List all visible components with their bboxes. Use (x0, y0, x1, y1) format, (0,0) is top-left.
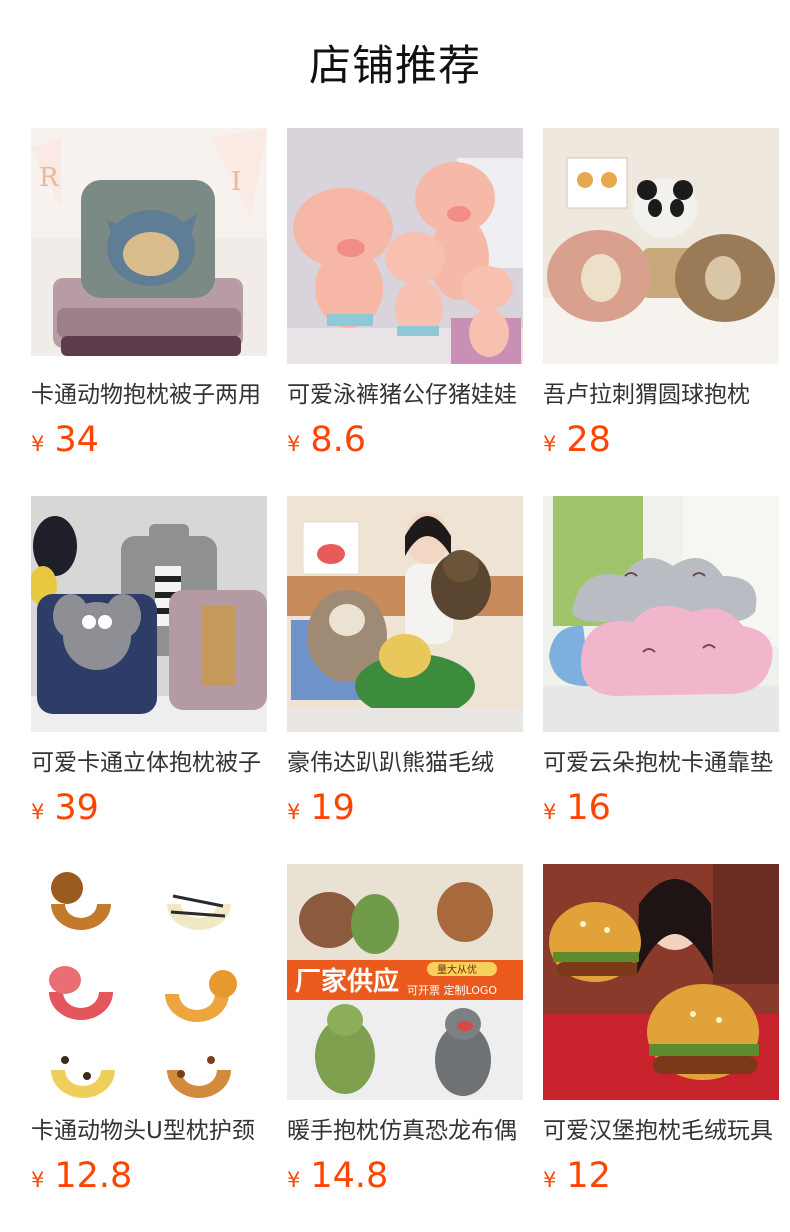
product-price: ¥14.8 (287, 1154, 523, 1198)
svg-text:R: R (39, 163, 60, 193)
product-name[interactable]: 卡通动物头U型枕护颈 (31, 1114, 267, 1148)
product-price: ¥19 (287, 786, 523, 830)
price-amount: 28 (566, 420, 611, 460)
price-amount: 19 (310, 788, 355, 828)
price-amount: 12 (566, 1156, 611, 1196)
product-card[interactable]: 豪伟达趴趴熊猫毛绒 ¥19 (287, 496, 523, 832)
product-name[interactable]: 可爱泳裤猪公仔猪娃娃 (287, 378, 523, 412)
product-image[interactable] (31, 864, 267, 1100)
currency-symbol: ¥ (287, 1168, 301, 1192)
product-card[interactable]: 卡通动物头U型枕护颈 ¥12.8 (31, 864, 267, 1200)
product-image[interactable] (31, 496, 267, 732)
plush-blanket-pillow-image: R I (31, 128, 267, 364)
product-card[interactable]: R I 卡通动物抱枕被子两用 ¥34 (31, 128, 267, 464)
product-card[interactable]: 可爱汉堡抱枕毛绒玩具 ¥12 (543, 864, 779, 1200)
price-amount: 8.6 (310, 420, 367, 460)
dinosaur-hand-warmer-image: 厂家供应 量大从优 可开票 定制LOGO (287, 864, 523, 1100)
product-name[interactable]: 可爱云朵抱枕卡通靠垫 (543, 746, 779, 780)
price-amount: 12.8 (54, 1156, 133, 1196)
product-price: ¥12 (543, 1154, 779, 1198)
product-card[interactable]: 厂家供应 量大从优 可开票 定制LOGO 暖手抱枕仿真恐龙布偶 ¥14.8 (287, 864, 523, 1200)
product-name[interactable]: 可爱汉堡抱枕毛绒玩具 (543, 1114, 779, 1148)
sloth-plush-girl-image (287, 496, 523, 732)
product-price: ¥12.8 (31, 1154, 267, 1198)
currency-symbol: ¥ (31, 432, 45, 456)
product-image[interactable] (543, 864, 779, 1100)
banner-headline: 厂家供应 (295, 966, 399, 997)
cloud-pillow-image (543, 496, 779, 732)
product-name[interactable]: 暖手抱枕仿真恐龙布偶 (287, 1114, 523, 1148)
product-name[interactable]: 卡通动物抱枕被子两用 (31, 378, 267, 412)
currency-symbol: ¥ (543, 1168, 557, 1192)
product-image[interactable]: 厂家供应 量大从优 可开票 定制LOGO (287, 864, 523, 1100)
product-image[interactable] (543, 128, 779, 364)
currency-symbol: ¥ (543, 432, 557, 456)
product-name[interactable]: 豪伟达趴趴熊猫毛绒 (287, 746, 523, 780)
product-price: ¥28 (543, 418, 779, 462)
product-price: ¥16 (543, 786, 779, 830)
product-card[interactable]: 可爱卡通立体抱枕被子 ¥39 (31, 496, 267, 832)
animal-blanket-pillow-image (31, 496, 267, 732)
price-amount: 14.8 (310, 1156, 389, 1196)
currency-symbol: ¥ (31, 800, 45, 824)
currency-symbol: ¥ (287, 800, 301, 824)
product-price: ¥39 (31, 786, 267, 830)
currency-symbol: ¥ (543, 800, 557, 824)
currency-symbol: ¥ (287, 432, 301, 456)
banner-tag-invoice: 可开票 定制LOGO (407, 983, 497, 997)
product-grid: R I 卡通动物抱枕被子两用 ¥34 可爱泳裤猪公仔猪娃娃 ¥ 8.6 吾卢拉刺… (31, 128, 779, 1200)
product-name[interactable]: 可爱卡通立体抱枕被子 (31, 746, 267, 780)
price-amount: 39 (54, 788, 99, 828)
product-image[interactable] (287, 496, 523, 732)
product-image[interactable] (287, 128, 523, 364)
product-image[interactable]: R I (31, 128, 267, 364)
product-price: ¥8.6 (287, 418, 523, 462)
svg-text:I: I (231, 167, 241, 197)
banner-tag-bulk: 量大从优 (437, 963, 477, 976)
product-card[interactable]: 可爱泳裤猪公仔猪娃娃 ¥8.6 (287, 128, 523, 464)
currency-symbol: ¥ (31, 1168, 45, 1192)
u-shaped-neck-pillow-image (31, 864, 267, 1100)
price-amount: 34 (54, 420, 99, 460)
page-title: 店铺推荐 (308, 41, 481, 90)
product-card[interactable]: 吾卢拉刺猬圆球抱枕 ¥28 (543, 128, 779, 464)
pig-plush-image (287, 128, 523, 364)
product-image[interactable] (543, 496, 779, 732)
product-card[interactable]: 可爱云朵抱枕卡通靠垫 ¥16 (543, 496, 779, 832)
product-name[interactable]: 吾卢拉刺猬圆球抱枕 (543, 378, 779, 412)
hamburger-pillow-image (543, 864, 779, 1100)
hedgehog-ball-pillow-image (543, 128, 779, 364)
product-price: ¥34 (31, 418, 267, 462)
price-amount: 16 (566, 788, 611, 828)
